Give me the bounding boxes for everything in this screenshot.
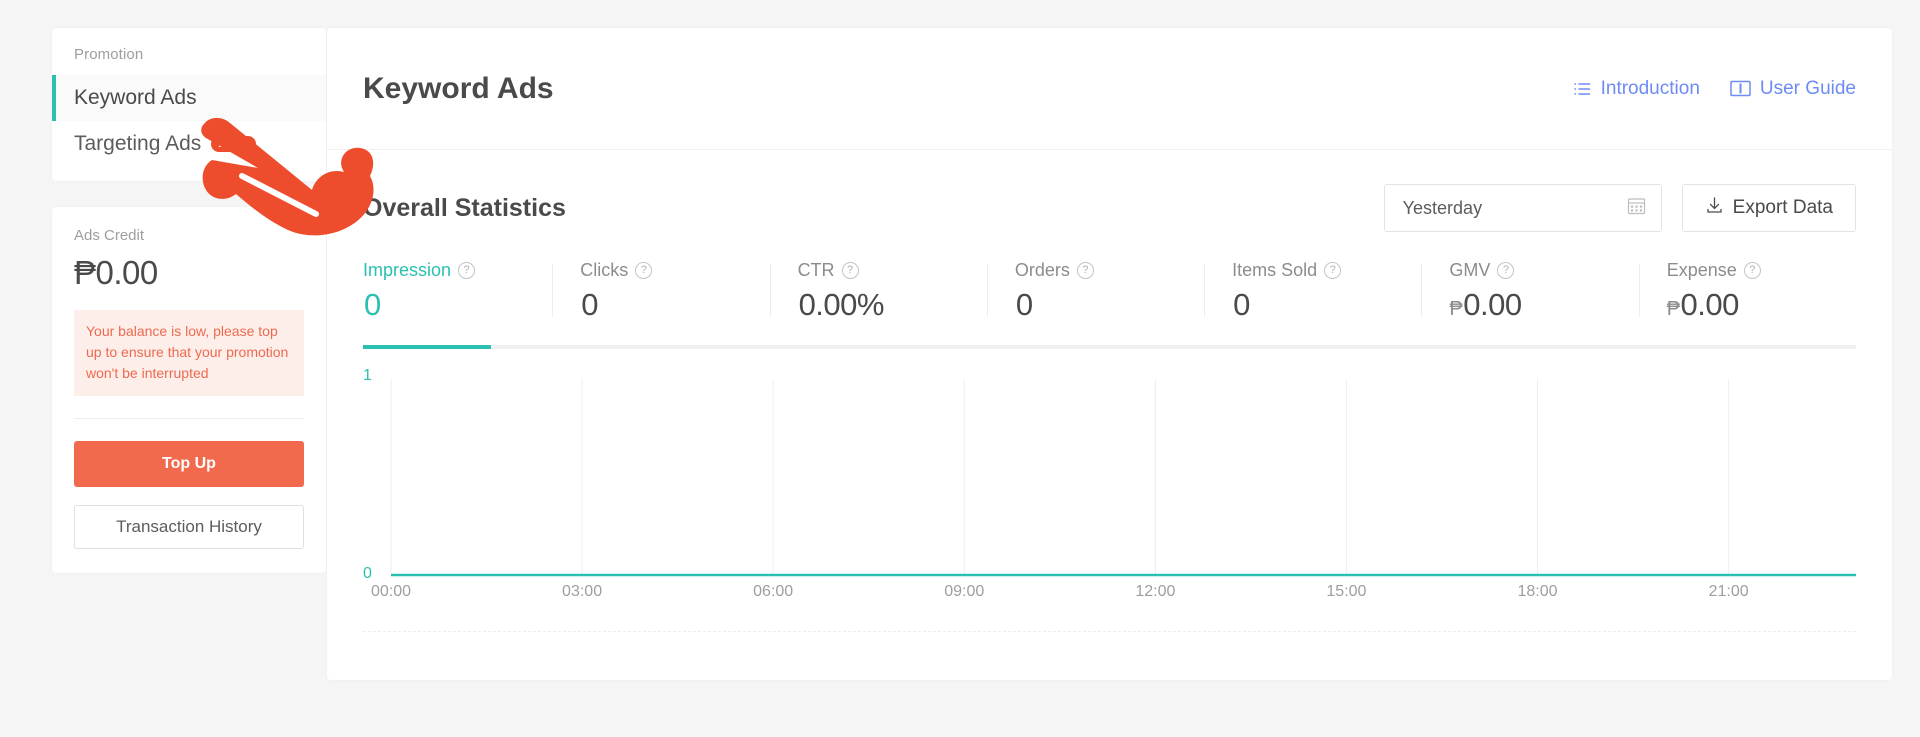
metric-value: 0 [363,287,552,323]
metric-number: 0 [1233,287,1250,322]
metric-value: ₱0.00 [1667,287,1856,323]
calendar-icon [1627,196,1646,220]
metrics-row: Impression ? 0 Clicks ? 0 CTR ? 0.00% Or… [363,260,1856,323]
book-icon [1730,79,1751,98]
date-range-value: Yesterday [1402,197,1483,218]
x-axis-tick: 09:00 [944,583,985,600]
help-icon[interactable]: ? [458,262,476,279]
metric-impression[interactable]: Impression ? 0 [363,260,552,323]
download-icon [1705,196,1724,221]
help-icon[interactable]: ? [1324,262,1342,279]
header-links: Introduction User Guide [1572,78,1856,100]
list-icon [1572,79,1592,99]
metric-gmv[interactable]: GMV ? ₱0.00 [1421,260,1638,323]
metric-label-row: Clicks ? [580,260,769,281]
statistics-controls: Yesterday Export Data [1383,184,1856,232]
sidebar-nav-card: Promotion Keyword Ads Targeting Ads BETA [52,28,326,181]
introduction-link-label: Introduction [1600,77,1700,99]
ads-credit-card: Ads Credit ₱0.00 Your balance is low, pl… [52,207,326,573]
low-balance-warning: Your balance is low, please top up to en… [74,310,304,396]
currency-symbol: ₱ [1666,298,1680,320]
metric-value: 0 [580,287,769,323]
sidebar-item-label: Keyword Ads [74,86,197,109]
top-up-button[interactable]: Top Up [74,441,304,487]
metric-number: 0 [364,287,381,322]
page-title: Keyword Ads [363,71,554,105]
x-axis-tick: 15:00 [1326,583,1367,600]
metric-value: 0.00% [798,287,987,323]
sidebar-item-keyword-ads[interactable]: Keyword Ads [52,75,326,121]
metric-value: 0 [1015,287,1204,323]
ads-credit-label: Ads Credit [74,227,145,244]
help-icon[interactable]: ? [635,262,653,279]
overall-statistics-block: Overall Statistics Yesterday Export Data… [327,150,1892,680]
metric-number: 0.00 [1680,287,1740,322]
x-axis-tick: 18:00 [1517,583,1558,600]
active-metric-indicator [363,345,491,349]
metric-clicks[interactable]: Clicks ? 0 [552,260,769,323]
user-guide-link-label: User Guide [1759,77,1856,99]
date-range-select[interactable]: Yesterday [1383,184,1662,232]
transaction-history-button[interactable]: Transaction History [74,505,304,549]
currency-symbol: ₱ [1449,298,1463,320]
introduction-link[interactable]: Introduction [1572,78,1700,100]
metric-items-sold[interactable]: Items Sold ? 0 [1204,260,1421,323]
help-icon[interactable]: ? [1076,262,1094,279]
metric-number: 0 [1015,287,1033,322]
ads-credit-amount: ₱0.00 [74,254,158,291]
metric-ctr[interactable]: CTR ? 0.00% [769,260,987,323]
y-axis-tick-max: 1 [363,367,372,384]
x-axis-tick: 21:00 [1708,583,1749,600]
main-content: Keyword Ads Introduction User Guide Over… [327,28,1892,680]
metric-label: GMV [1449,260,1491,280]
panel-bottom-spacer [363,632,1856,680]
app-page: Promotion Keyword Ads Targeting Ads BETA… [0,0,1920,737]
help-icon[interactable]: ? [841,262,859,279]
sidebar-section-label: Promotion [74,46,144,63]
metric-label-row: Items Sold ? [1232,260,1421,281]
metric-orders[interactable]: Orders ? 0 [986,260,1204,323]
beta-badge: BETA [211,135,257,153]
metric-value: 0 [1232,287,1421,323]
sidebar-item-targeting-ads[interactable]: Targeting Ads BETA [52,121,326,167]
chart-gridlines [390,379,1730,575]
panel-header: Keyword Ads Introduction User Guide [327,28,1892,150]
metric-label: Items Sold [1232,260,1318,280]
x-axis-tick: 06:00 [753,583,794,600]
help-icon[interactable]: ? [1743,262,1761,279]
metric-label-row: Orders ? [1015,260,1204,281]
statistics-header: Overall Statistics Yesterday Export Data [363,184,1856,232]
metric-label: Orders [1014,260,1070,280]
sidebar-divider [74,418,304,419]
help-icon[interactable]: ? [1497,262,1515,279]
x-axis-tick: 03:00 [562,583,603,600]
export-data-label: Export Data [1732,197,1833,218]
metric-label: Expense [1666,260,1737,280]
metric-number: 0.00% [798,287,885,322]
metric-number: 0 [581,287,599,322]
metric-label-row: Impression ? [363,260,552,281]
x-axis-tick: 00:00 [370,583,412,600]
keyword-ads-panel: Keyword Ads Introduction User Guide Over… [327,28,1892,680]
metric-label: Clicks [580,260,629,280]
metric-expense[interactable]: Expense ? ₱0.00 [1638,260,1856,323]
sidebar: Promotion Keyword Ads Targeting Ads BETA… [52,28,326,573]
metric-label-row: Expense ? [1667,260,1856,281]
metric-tab-underline [363,345,1856,349]
export-data-button[interactable]: Export Data [1681,184,1856,232]
y-axis-tick-min: 0 [363,565,372,582]
x-axis-tick: 12:00 [1135,583,1176,600]
sidebar-item-label: Targeting Ads [74,132,202,155]
metric-number: 0.00 [1463,287,1522,322]
impression-chart: 1 0 [363,367,1856,582]
chart-canvas [390,379,1856,577]
metric-label: Impression [363,260,452,280]
metric-label-row: CTR ? [798,260,987,281]
user-guide-link[interactable]: User Guide [1730,78,1856,100]
metric-label: CTR [797,260,835,280]
metric-label-row: GMV ? [1449,260,1638,281]
section-title: Overall Statistics [363,193,566,222]
chart-x-axis: 00:00 03:00 06:00 09:00 12:00 15:00 18:00 21:00 [363,583,1856,609]
metric-value: ₱0.00 [1449,287,1638,323]
